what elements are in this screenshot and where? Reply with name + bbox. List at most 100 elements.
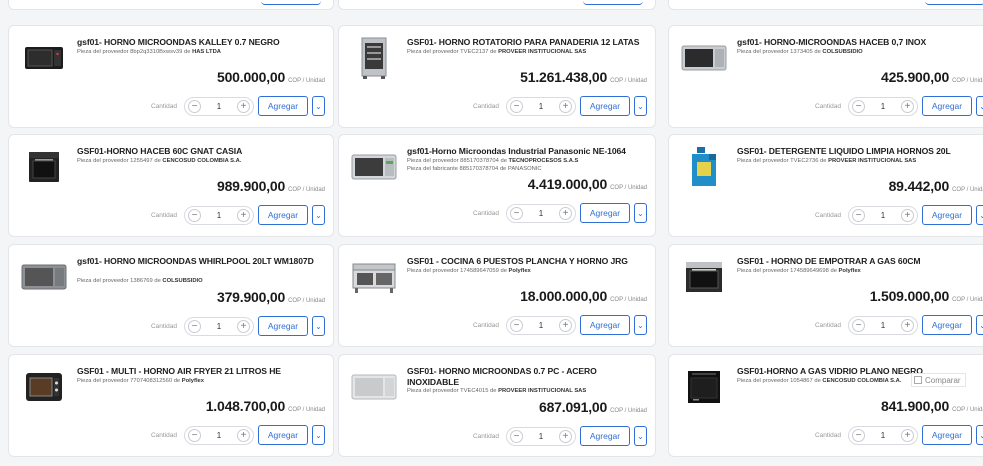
increment-button[interactable]: + bbox=[900, 428, 914, 442]
increment-button[interactable]: + bbox=[236, 428, 250, 442]
quantity-value[interactable]: 1 bbox=[217, 322, 221, 331]
add-options-dropdown[interactable]: ⌄ bbox=[976, 425, 983, 445]
add-options-dropdown[interactable]: ⌄ bbox=[634, 203, 647, 223]
quantity-value[interactable]: 1 bbox=[539, 321, 543, 330]
decrement-button[interactable]: − bbox=[852, 318, 865, 332]
quantity-value[interactable]: 1 bbox=[881, 211, 885, 220]
quantity-stepper[interactable]: − 1 + bbox=[184, 316, 254, 336]
add-button[interactable]: Agregar bbox=[922, 315, 972, 335]
built-in-oven-icon[interactable] bbox=[19, 147, 69, 187]
decrement-button[interactable]: − bbox=[852, 208, 865, 222]
quantity-stepper[interactable]: − 1 + bbox=[848, 205, 918, 225]
quantity-stepper[interactable]: − 1 + bbox=[506, 96, 576, 116]
increment-button[interactable]: + bbox=[900, 99, 914, 113]
quantity-value[interactable]: 1 bbox=[881, 431, 885, 440]
add-button[interactable]: Agregar bbox=[922, 205, 972, 225]
add-button[interactable]: Agregar bbox=[258, 96, 308, 116]
quantity-value[interactable]: 1 bbox=[881, 102, 885, 111]
increment-button[interactable]: + bbox=[558, 318, 572, 332]
increment-button[interactable]: + bbox=[236, 319, 250, 333]
add-options-dropdown[interactable]: ⌄ bbox=[312, 96, 325, 116]
add-button[interactable]: Agregar bbox=[922, 425, 972, 445]
increment-button[interactable]: + bbox=[236, 99, 250, 113]
add-button-partial[interactable] bbox=[261, 0, 321, 5]
add-button[interactable]: Agregar bbox=[580, 203, 630, 223]
increment-button[interactable]: + bbox=[558, 429, 572, 443]
product-title[interactable]: GSF01-HORNO HACEB 60C GNAT CASIA bbox=[77, 146, 325, 157]
add-button[interactable]: Agregar bbox=[258, 425, 308, 445]
product-title[interactable]: GSF01- HORNO MICROONDAS 0.7 PC - ACERO I… bbox=[407, 366, 647, 388]
increment-button[interactable]: + bbox=[900, 208, 914, 222]
add-options-dropdown[interactable]: ⌄ bbox=[312, 316, 325, 336]
add-button-partial[interactable] bbox=[583, 0, 643, 5]
quantity-stepper[interactable]: − 1 + bbox=[184, 425, 254, 445]
product-title[interactable]: gsf01-Horno Microondas Industrial Panaso… bbox=[407, 146, 647, 157]
decrement-button[interactable]: − bbox=[510, 206, 523, 220]
decrement-button[interactable]: − bbox=[852, 428, 865, 442]
add-button[interactable]: Agregar bbox=[580, 426, 630, 446]
quantity-value[interactable]: 1 bbox=[539, 209, 543, 218]
industrial-microwave-icon[interactable] bbox=[349, 147, 399, 187]
add-button[interactable]: Agregar bbox=[922, 96, 972, 116]
add-button[interactable]: Agregar bbox=[258, 316, 308, 336]
add-options-dropdown[interactable]: ⌄ bbox=[634, 426, 647, 446]
decrement-button[interactable]: − bbox=[510, 318, 523, 332]
product-title[interactable]: GSF01 - HORNO DE EMPOTRAR A GAS 60CM bbox=[737, 256, 983, 267]
kitchen-range-icon[interactable] bbox=[349, 257, 399, 297]
quantity-stepper[interactable]: − 1 + bbox=[184, 205, 254, 225]
add-button-partial[interactable] bbox=[925, 0, 983, 5]
decrement-button[interactable]: − bbox=[852, 99, 865, 113]
add-options-dropdown[interactable]: ⌄ bbox=[976, 96, 983, 116]
add-options-dropdown[interactable]: ⌄ bbox=[312, 205, 325, 225]
product-title[interactable]: GSF01 - COCINA 6 PUESTOS PLANCHA Y HORNO… bbox=[407, 256, 647, 267]
compare-checkbox[interactable] bbox=[914, 376, 922, 384]
increment-button[interactable]: + bbox=[558, 99, 572, 113]
quantity-value[interactable]: 1 bbox=[217, 211, 221, 220]
quantity-stepper[interactable]: − 1 + bbox=[506, 315, 576, 335]
glass-gas-oven-icon[interactable] bbox=[679, 367, 729, 407]
decrement-button[interactable]: − bbox=[188, 208, 201, 222]
microwave-steel-icon[interactable] bbox=[679, 38, 729, 78]
add-button[interactable]: Agregar bbox=[580, 96, 630, 116]
decrement-button[interactable]: − bbox=[188, 99, 201, 113]
microwave-black-icon[interactable] bbox=[19, 38, 69, 78]
increment-button[interactable]: + bbox=[236, 208, 250, 222]
quantity-value[interactable]: 1 bbox=[539, 432, 543, 441]
add-options-dropdown[interactable]: ⌄ bbox=[634, 96, 647, 116]
product-title[interactable]: gsf01- HORNO-MICROONDAS HACEB 0,7 INOX bbox=[737, 37, 983, 48]
add-options-dropdown[interactable]: ⌄ bbox=[312, 425, 325, 445]
decrement-button[interactable]: − bbox=[188, 428, 201, 442]
microwave-grey-icon[interactable] bbox=[19, 257, 69, 297]
quantity-value[interactable]: 1 bbox=[217, 102, 221, 111]
product-title[interactable]: GSF01- DETERGENTE LIQUIDO LIMPIA HORNOS … bbox=[737, 146, 983, 157]
decrement-button[interactable]: − bbox=[510, 429, 523, 443]
gas-oven-icon[interactable] bbox=[679, 257, 729, 297]
microwave-white-icon[interactable] bbox=[349, 367, 399, 407]
product-title[interactable]: GSF01 - MULTI - HORNO AIR FRYER 21 LITRO… bbox=[77, 366, 325, 377]
product-title[interactable]: gsf01- HORNO MICROONDAS KALLEY 0.7 NEGRO bbox=[77, 37, 325, 48]
quantity-value[interactable]: 1 bbox=[217, 431, 221, 440]
add-options-dropdown[interactable]: ⌄ bbox=[976, 315, 983, 335]
quantity-stepper[interactable]: − 1 + bbox=[506, 426, 576, 446]
add-button[interactable]: Agregar bbox=[258, 205, 308, 225]
quantity-stepper[interactable]: − 1 + bbox=[184, 96, 254, 116]
air-fryer-oven-icon[interactable] bbox=[19, 367, 69, 407]
add-options-dropdown[interactable]: ⌄ bbox=[634, 315, 647, 335]
increment-button[interactable]: + bbox=[558, 206, 572, 220]
add-options-dropdown[interactable]: ⌄ bbox=[976, 205, 983, 225]
increment-button[interactable]: + bbox=[900, 318, 914, 332]
quantity-stepper[interactable]: − 1 + bbox=[506, 203, 576, 223]
quantity-value[interactable]: 1 bbox=[881, 321, 885, 330]
add-button[interactable]: Agregar bbox=[580, 315, 630, 335]
compare-toggle[interactable]: Comparar bbox=[911, 373, 966, 387]
rotary-oven-icon[interactable] bbox=[349, 37, 399, 79]
quantity-value[interactable]: 1 bbox=[539, 102, 543, 111]
decrement-button[interactable]: − bbox=[510, 99, 523, 113]
quantity-stepper[interactable]: − 1 + bbox=[848, 96, 918, 116]
quantity-stepper[interactable]: − 1 + bbox=[848, 315, 918, 335]
detergent-jug-icon[interactable] bbox=[679, 147, 729, 187]
product-title[interactable]: gsf01- HORNO MICROONDAS WHIRLPOOL 20LT W… bbox=[77, 256, 325, 267]
quantity-stepper[interactable]: − 1 + bbox=[848, 425, 918, 445]
product-title[interactable]: GSF01- HORNO ROTATORIO PARA PANADERIA 12… bbox=[407, 37, 647, 48]
decrement-button[interactable]: − bbox=[188, 319, 201, 333]
